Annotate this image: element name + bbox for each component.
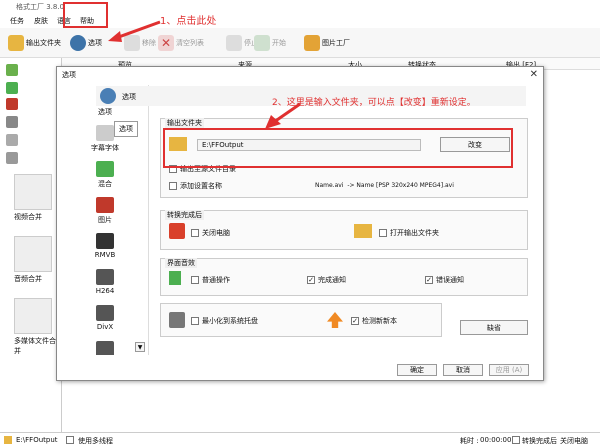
tray-icon bbox=[169, 312, 185, 328]
disc-icon[interactable] bbox=[6, 134, 18, 146]
video-icon[interactable] bbox=[6, 64, 18, 76]
play-icon bbox=[254, 35, 270, 51]
folder-icon bbox=[8, 35, 24, 51]
dialog-cat-mix[interactable]: 混合 bbox=[61, 161, 148, 189]
add-setting-name-checkbox[interactable]: 添加设置名称 bbox=[169, 181, 222, 191]
done-sound-checkbox[interactable]: ✓ 完成通知 bbox=[307, 275, 346, 285]
dialog-cat-picture[interactable]: 图片 bbox=[61, 197, 148, 225]
misc-group: 最小化到系统托盘 ✓ 检测新新本 bbox=[160, 303, 442, 337]
after-done-label: 转换完成后 bbox=[522, 437, 557, 445]
annotation-step1: 1、点击此处 bbox=[160, 16, 217, 27]
dialog-title: 选项 bbox=[62, 71, 76, 79]
landscape-icon bbox=[96, 161, 114, 177]
elapsed-time: 00:00:00 bbox=[480, 436, 512, 444]
after-conversion-group-title: 转换完成后 bbox=[165, 210, 204, 220]
film-reel-icon bbox=[96, 269, 114, 285]
folder-icon bbox=[354, 224, 372, 238]
video-merge[interactable]: 视频合并 bbox=[14, 174, 58, 222]
sound-group-title: 界面音效 bbox=[165, 258, 197, 268]
tools-icon[interactable] bbox=[6, 152, 18, 164]
power-icon bbox=[169, 223, 185, 239]
video-merge-icon bbox=[14, 174, 52, 210]
media-merge[interactable]: 多媒体文件合并 bbox=[14, 298, 58, 356]
default-button[interactable]: 缺省 bbox=[460, 320, 528, 335]
pane-title: 选项 bbox=[122, 93, 136, 101]
gear-icon bbox=[70, 35, 86, 51]
audio-merge[interactable]: 音频合并 bbox=[14, 236, 58, 284]
annotation-arrow-1 bbox=[108, 20, 161, 42]
audio-merge-icon bbox=[14, 236, 52, 272]
check-update-checkbox[interactable]: ✓ 检测新新本 bbox=[351, 316, 397, 326]
scroll-down-button[interactable]: ▼ bbox=[135, 342, 145, 352]
menu-skin[interactable]: 皮肤 bbox=[34, 16, 48, 26]
arrow-up-icon bbox=[327, 312, 343, 328]
shutdown-checkbox[interactable]: 关闭电脑 bbox=[191, 228, 230, 238]
setting-name-example: Name.avi -> Name [PSP 320x240 MPEG4].avi bbox=[315, 182, 454, 189]
tooltip: 选项 bbox=[114, 121, 138, 137]
status-output[interactable]: E:\FFOutput bbox=[16, 436, 58, 444]
film-reel-icon bbox=[96, 305, 114, 321]
status-shutdown: 关闭电脑 bbox=[560, 437, 588, 445]
output-highlight-box bbox=[163, 128, 513, 168]
close-icon[interactable]: ✕ bbox=[530, 69, 538, 80]
multithread-label: 使用多线程 bbox=[78, 437, 113, 445]
film-reel-icon bbox=[96, 341, 114, 355]
media-merge-icon bbox=[14, 298, 52, 334]
after-conversion-group: 转换完成后 关闭电脑 打开输出文件夹 bbox=[160, 210, 528, 250]
dialog-cat-divx[interactable]: DivX bbox=[61, 305, 148, 331]
normal-sound-checkbox[interactable]: 普通操作 bbox=[191, 275, 230, 285]
output-folder-button[interactable]: 输出文件夹 bbox=[8, 34, 61, 52]
output-folder-group-title: 输出文件夹 bbox=[165, 118, 204, 128]
audio-icon[interactable] bbox=[6, 82, 18, 94]
dialog-cat-rmvb[interactable]: RMVB bbox=[61, 233, 148, 259]
annotation-step2: 2、这里是输入文件夹，可以点【改变】重新设定。 bbox=[272, 98, 476, 108]
apply-button[interactable]: 应用 (A) bbox=[489, 364, 529, 376]
dialog-title-bar: 选项 ✕ bbox=[57, 67, 543, 83]
volume-icon bbox=[169, 271, 181, 285]
toolbar: 输出文件夹 选项 移除 ✕ 清空列表 停止 开始 图片工厂 bbox=[0, 28, 600, 58]
minimize-tray-checkbox[interactable]: 最小化到系统托盘 bbox=[191, 316, 258, 326]
picture-icon bbox=[96, 197, 114, 213]
options-highlight-box bbox=[63, 2, 108, 28]
error-sound-checkbox[interactable]: ✓ 错误通知 bbox=[425, 275, 464, 285]
document-icon bbox=[96, 125, 114, 141]
stop-icon bbox=[226, 35, 242, 51]
status-bar: E:\FFOutput 使用多线程 耗时 : 00:00:00 转换完成后 关闭… bbox=[0, 432, 600, 446]
picture-category-icon[interactable] bbox=[6, 98, 18, 110]
dialog-cat-h264[interactable]: H264 bbox=[61, 269, 148, 295]
sound-group: 界面音效 普通操作 ✓ 完成通知 ✓ 错误通知 bbox=[160, 258, 528, 296]
picture-factory-button[interactable]: 图片工厂 bbox=[304, 34, 350, 52]
picture-icon bbox=[304, 35, 320, 51]
film-icon bbox=[96, 233, 114, 249]
category-sidebar: 视频合并 音频合并 多媒体文件合并 bbox=[0, 58, 62, 432]
clear-list-button[interactable]: ✕ 清空列表 bbox=[158, 34, 204, 52]
document-icon[interactable] bbox=[6, 116, 18, 128]
options-button[interactable]: 选项 bbox=[70, 34, 102, 52]
after-done-checkbox[interactable] bbox=[512, 436, 520, 444]
start-button[interactable]: 开始 bbox=[254, 34, 286, 52]
menu-task[interactable]: 任务 bbox=[10, 16, 24, 26]
open-output-checkbox[interactable]: 打开输出文件夹 bbox=[379, 228, 439, 238]
window-title: 格式工厂 3.8.0 bbox=[16, 3, 65, 11]
folder-icon bbox=[4, 436, 12, 444]
elapsed-label: 耗时 : bbox=[460, 437, 479, 445]
gear-icon bbox=[100, 88, 116, 104]
ok-button[interactable]: 确定 bbox=[397, 364, 437, 376]
multithread-checkbox[interactable] bbox=[66, 436, 74, 444]
cancel-button[interactable]: 取消 bbox=[443, 364, 483, 376]
